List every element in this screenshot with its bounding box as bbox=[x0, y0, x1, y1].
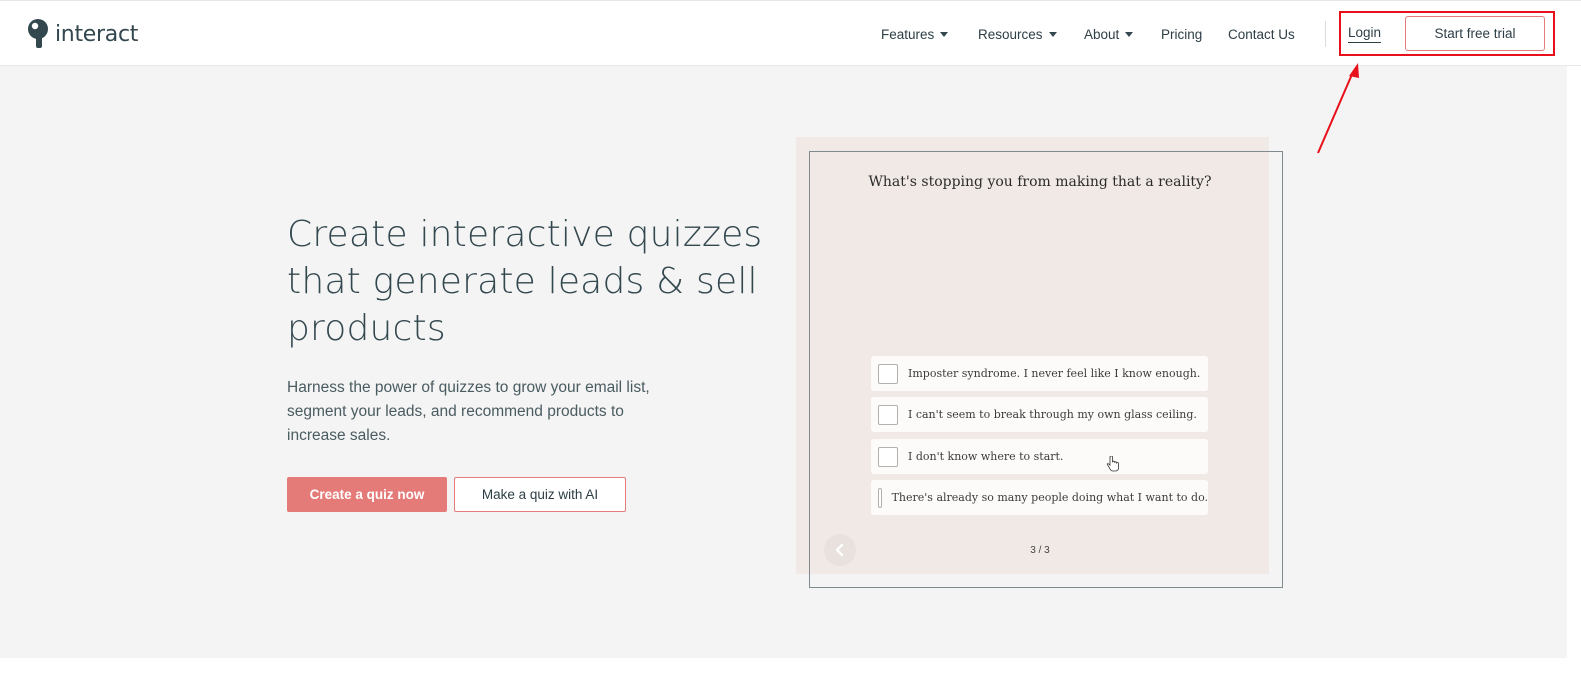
checkbox[interactable] bbox=[878, 404, 898, 425]
nav-features[interactable]: Features bbox=[881, 25, 949, 43]
chevron-down-icon bbox=[1125, 31, 1134, 37]
make-quiz-ai-button[interactable]: Make a quiz with AI bbox=[454, 477, 626, 512]
nav-contact-label: Contact Us bbox=[1228, 26, 1295, 42]
page-bottom bbox=[0, 658, 1581, 679]
quiz-option-label: There's already so many people doing wha… bbox=[891, 491, 1208, 504]
quiz-option-label: I can't seem to break through my own gla… bbox=[908, 408, 1197, 421]
nav-pricing-label: Pricing bbox=[1161, 26, 1203, 42]
quiz-option[interactable]: I don't know where to start. bbox=[871, 439, 1208, 474]
hand-cursor-icon bbox=[1106, 456, 1119, 472]
quiz-option[interactable]: There's already so many people doing wha… bbox=[871, 480, 1208, 515]
logo-text: interact bbox=[55, 21, 139, 47]
annotation-highlight-box bbox=[1339, 11, 1555, 56]
nav-contact-us[interactable]: Contact Us bbox=[1228, 25, 1295, 43]
quiz-prev-button[interactable] bbox=[824, 534, 856, 566]
hero-section bbox=[0, 66, 1567, 658]
hero-headline: Create interactive quizzes that generate… bbox=[287, 214, 763, 349]
nav-about[interactable]: About bbox=[1084, 25, 1134, 43]
quiz-question: What's stopping you from making that a r… bbox=[868, 174, 1212, 190]
chevron-down-icon bbox=[1048, 31, 1057, 37]
checkbox[interactable] bbox=[878, 446, 898, 467]
chevron-left-icon bbox=[835, 543, 844, 557]
nav-divider bbox=[1325, 21, 1326, 47]
quiz-option-label: Imposter syndrome. I never feel like I k… bbox=[908, 367, 1201, 380]
hero-subtext: Harness the power of quizzes to grow you… bbox=[287, 379, 650, 444]
quiz-pager: 3 / 3 bbox=[1030, 545, 1050, 556]
chevron-down-icon bbox=[940, 31, 949, 37]
quiz-option[interactable]: Imposter syndrome. I never feel like I k… bbox=[871, 356, 1208, 391]
nav-resources[interactable]: Resources bbox=[978, 25, 1057, 43]
interact-logo-icon bbox=[28, 19, 48, 48]
nav-features-label: Features bbox=[881, 26, 935, 42]
checkbox[interactable] bbox=[878, 487, 882, 508]
create-quiz-button[interactable]: Create a quiz now bbox=[287, 477, 447, 512]
checkbox[interactable] bbox=[878, 363, 898, 384]
nav-resources-label: Resources bbox=[978, 26, 1043, 42]
quiz-option-label: I don't know where to start. bbox=[908, 450, 1064, 463]
page-gutter bbox=[1567, 66, 1581, 658]
nav-about-label: About bbox=[1084, 26, 1120, 42]
nav-pricing[interactable]: Pricing bbox=[1161, 25, 1202, 43]
quiz-option[interactable]: I can't seem to break through my own gla… bbox=[871, 397, 1208, 432]
interact-logo[interactable]: interact bbox=[24, 17, 138, 51]
